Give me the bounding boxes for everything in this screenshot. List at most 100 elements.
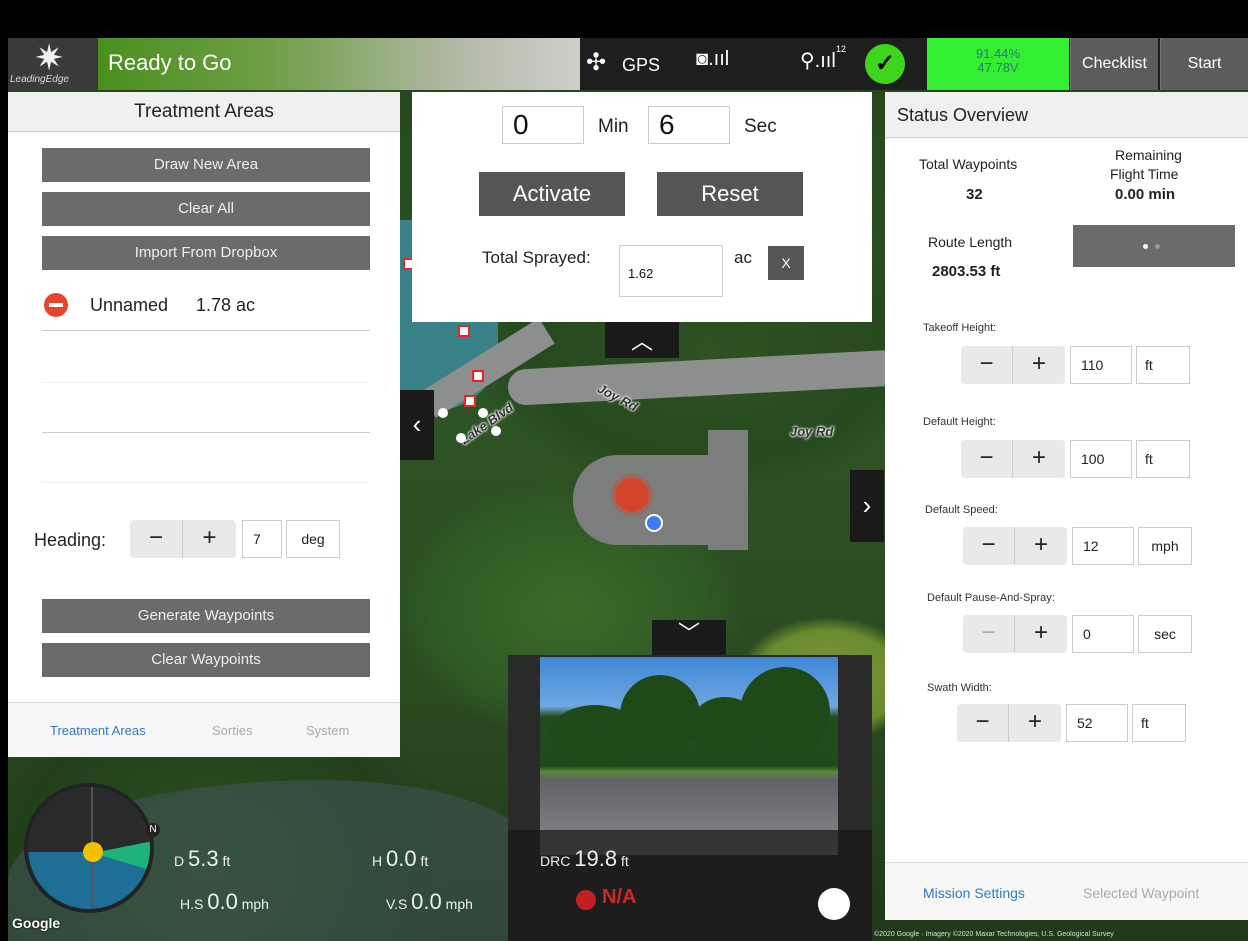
swath-width-input[interactable]: 52	[1066, 704, 1128, 742]
minutes-input[interactable]: 0	[502, 106, 584, 144]
route-length-label: Route Length	[928, 234, 1013, 250]
seconds-input[interactable]: 6	[648, 106, 730, 144]
plus-icon[interactable]: +	[1015, 615, 1067, 653]
plus-icon[interactable]: +	[1009, 704, 1061, 742]
start-button[interactable]: Start	[1160, 38, 1248, 90]
waypoint-marker[interactable]	[458, 325, 470, 337]
default-height-stepper[interactable]: − +	[961, 440, 1065, 478]
waypoint-dot[interactable]	[491, 426, 501, 436]
height-unit: ft	[420, 853, 429, 869]
camera-toggle-button[interactable]	[818, 888, 850, 920]
map-parking-lot	[708, 430, 748, 550]
chevron-up-icon[interactable]: ︿	[605, 322, 679, 358]
gps-label: GPS	[622, 55, 661, 75]
right-tab-bar: Mission Settings Selected Waypoint	[885, 862, 1248, 920]
waypoint-marker[interactable]	[464, 395, 476, 407]
minus-icon[interactable]: −	[963, 615, 1015, 653]
default-height-input[interactable]: 100	[1070, 440, 1132, 478]
tab-system[interactable]: System	[306, 723, 349, 738]
left-tab-bar: Treatment Areas Sorties System	[8, 702, 400, 757]
waypoint-dot[interactable]	[456, 433, 466, 443]
heading-stepper[interactable]: − +	[130, 520, 236, 558]
horizontal-speed-value: 0.0	[207, 889, 238, 914]
default-speed-unit: mph	[1138, 527, 1192, 565]
minus-icon[interactable]: −	[961, 346, 1013, 384]
vertical-speed-value: 0.0	[411, 889, 442, 914]
takeoff-height-stepper[interactable]: − +	[961, 346, 1065, 384]
flight-time-label: Flight Time	[1110, 166, 1179, 182]
swath-width-stepper[interactable]: − +	[957, 704, 1061, 742]
page-indicator[interactable]	[1073, 225, 1235, 267]
plus-icon[interactable]: +	[1013, 440, 1065, 478]
battery-voltage: 47.78V	[977, 60, 1019, 75]
divider	[42, 330, 370, 331]
total-sprayed-label: Total Sprayed:	[482, 248, 591, 267]
delete-area-icon[interactable]	[44, 293, 68, 317]
drone-marker-icon[interactable]	[615, 478, 649, 512]
waypoint-dot[interactable]	[438, 408, 448, 418]
seconds-label: Sec	[744, 116, 777, 137]
clear-waypoints-button[interactable]: Clear Waypoints	[42, 643, 370, 677]
map-attribution: ©2020 Google · Imagery ©2020 Maxar Techn…	[874, 931, 1114, 938]
minus-icon[interactable]: −	[963, 527, 1015, 565]
default-speed-input[interactable]: 12	[1072, 527, 1134, 565]
status-banner: Ready to Go	[98, 38, 580, 90]
distance-label: D	[174, 853, 185, 869]
height-label: H	[372, 853, 383, 869]
area-name[interactable]: Unnamed	[90, 295, 168, 316]
checklist-button[interactable]: Checklist	[1070, 38, 1158, 90]
plus-icon[interactable]: +	[1015, 527, 1067, 565]
heading-input[interactable]: 7	[242, 520, 282, 558]
pause-and-spray-input[interactable]: 0	[1072, 615, 1134, 653]
vertical-speed-readout: V.S 0.0 mph	[386, 889, 473, 915]
height-readout: H 0.0 ft	[372, 846, 428, 872]
tab-mission-settings[interactable]: Mission Settings	[923, 885, 1025, 901]
tab-selected-waypoint[interactable]: Selected Waypoint	[1083, 885, 1199, 901]
drc-label: DRC	[540, 853, 571, 869]
clear-sprayed-button[interactable]: X	[768, 246, 804, 280]
waypoint-dot[interactable]	[478, 408, 488, 418]
horizontal-speed-unit: mph	[241, 896, 269, 912]
road-label: Joy Rd	[790, 424, 834, 439]
activate-button[interactable]: Activate	[479, 172, 625, 216]
plus-icon[interactable]: +	[1013, 346, 1065, 384]
remote-controller-signal-icon: ◙.ııl	[696, 48, 730, 70]
heading-label: Heading:	[34, 530, 107, 550]
chevron-down-icon[interactable]: ﹀	[652, 620, 726, 656]
clear-all-button[interactable]: Clear All	[42, 192, 370, 226]
tab-sorties[interactable]: Sorties	[212, 723, 252, 738]
takeoff-height-unit: ft	[1136, 346, 1190, 384]
satellite-signal-icon: ⚲.ııl	[800, 50, 836, 72]
status-overview-panel: Status Overview Total Waypoints 32 Remai…	[885, 92, 1248, 920]
vertical-speed-label: V.S	[386, 896, 408, 912]
camera-feed-image[interactable]	[540, 657, 838, 855]
height-value: 0.0	[386, 846, 417, 871]
pause-and-spray-stepper[interactable]: − +	[963, 615, 1067, 653]
chevron-right-icon[interactable]: ›	[850, 470, 884, 542]
pause-and-spray-label: Default Pause-And-Spray:	[927, 592, 1055, 604]
horizontal-speed-readout: H.S 0.0 mph	[180, 889, 269, 915]
takeoff-height-label: Takeoff Height:	[923, 322, 997, 334]
logo: ✷ LeadingEdge	[8, 38, 98, 90]
tab-treatment-areas[interactable]: Treatment Areas	[50, 723, 146, 738]
remaining-flight-time: 0.00 min	[1115, 186, 1176, 203]
google-logo: Google	[12, 915, 61, 931]
total-sprayed-input[interactable]: 1.62	[619, 245, 723, 297]
default-speed-stepper[interactable]: − +	[963, 527, 1067, 565]
route-length-value: 2803.53 ft	[932, 263, 1001, 280]
plus-icon[interactable]: +	[183, 520, 236, 558]
horizontal-speed-label: H.S	[180, 896, 204, 912]
minus-icon[interactable]: −	[130, 520, 183, 558]
import-dropbox-button[interactable]: Import From Dropbox	[42, 236, 370, 270]
compass-north-label: N	[146, 823, 160, 837]
generate-waypoints-button[interactable]: Generate Waypoints	[42, 599, 370, 633]
minus-icon[interactable]: −	[957, 704, 1009, 742]
takeoff-height-input[interactable]: 110	[1070, 346, 1132, 384]
waypoint-marker[interactable]	[472, 370, 484, 382]
draw-new-area-button[interactable]: Draw New Area	[42, 148, 370, 182]
reset-button[interactable]: Reset	[657, 172, 803, 216]
chevron-left-icon[interactable]: ‹	[400, 390, 434, 460]
default-height-unit: ft	[1136, 440, 1190, 478]
battery-status: 91.44% 47.78V	[927, 38, 1069, 90]
minus-icon[interactable]: −	[961, 440, 1013, 478]
